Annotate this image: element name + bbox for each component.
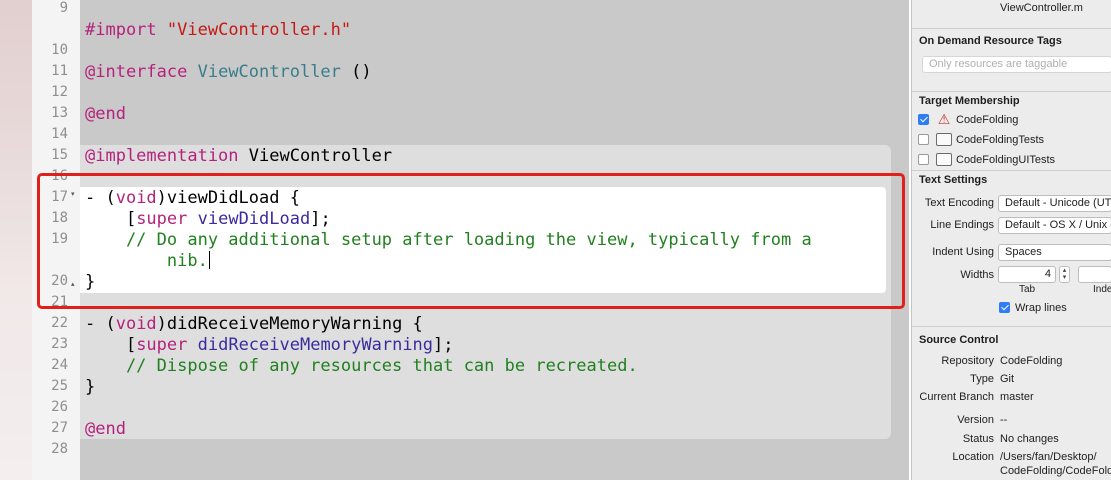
- line-number: 9: [59, 0, 68, 16]
- location-value-continued: CodeFolding/CodeFolding: [1000, 465, 1111, 477]
- token-keyword: @interface: [85, 62, 188, 82]
- version-value: --: [1000, 414, 1008, 426]
- line-number: 14: [51, 126, 68, 142]
- token-keyword: @end: [85, 104, 126, 124]
- desktop-edge: [0, 0, 32, 480]
- indent-using-select[interactable]: Spaces: [998, 244, 1111, 261]
- current-branch-label: Current Branch: [919, 391, 994, 403]
- xcode-window: 9 10 11 12 13 14 15 16 17 18 19 20 21 22…: [0, 0, 1111, 480]
- token-text: )didReceiveMemoryWarning {: [156, 314, 423, 334]
- widths-label: Widths: [960, 269, 994, 281]
- code-line: @interface ViewController (): [85, 62, 372, 82]
- location-label: Location: [952, 451, 994, 463]
- token-keyword: void: [115, 314, 157, 334]
- tab-width-input[interactable]: 4: [998, 266, 1056, 283]
- type-value: Git: [1000, 373, 1015, 385]
- tab-sublabel: Tab: [1019, 284, 1036, 295]
- code-line: - (void)didReceiveMemoryWarning {: [85, 314, 423, 334]
- token-text: [: [85, 335, 137, 355]
- token-message: didReceiveMemoryWarning: [197, 335, 434, 355]
- line-number: 27: [51, 420, 68, 436]
- indent-using-label: Indent Using: [932, 246, 994, 258]
- test-bundle-icon: [936, 133, 952, 146]
- code-line: [super didReceiveMemoryWarning];: [85, 335, 454, 355]
- line-number: 12: [51, 84, 68, 100]
- repository-label: Repository: [941, 355, 994, 367]
- token-text: ViewController: [238, 146, 393, 166]
- section-header-on-demand: On Demand Resource Tags: [919, 35, 1062, 47]
- token-text: - (: [85, 314, 116, 334]
- target-label: CodeFoldingTests: [956, 134, 1045, 146]
- target-checkbox-codefolding[interactable]: [918, 114, 929, 125]
- line-number: 26: [51, 399, 68, 415]
- current-branch-value: master: [1000, 391, 1034, 403]
- code-line: @end: [85, 419, 126, 439]
- line-number: 10: [51, 42, 68, 58]
- location-value: /Users/fan/Desktop/: [1000, 451, 1097, 463]
- file-inspector: ViewController.m On Demand Resource Tags…: [911, 0, 1111, 480]
- code-comment-line: // Dispose of any resources that can be …: [85, 356, 638, 376]
- target-checkbox-codefoldinguitests[interactable]: [918, 154, 929, 165]
- code-line: }: [85, 377, 96, 397]
- line-number: 11: [51, 63, 68, 79]
- text-encoding-select[interactable]: Default - Unicode (UTF-8): [998, 195, 1111, 212]
- section-header-source-control: Source Control: [919, 334, 999, 346]
- target-checkbox-codefoldingtests[interactable]: [918, 134, 929, 145]
- app-target-icon: ⚠: [937, 111, 951, 127]
- status-label: Status: [962, 433, 994, 445]
- line-endings-select[interactable]: Default - OS X / Unix (LF): [998, 217, 1111, 234]
- repository-value: CodeFolding: [1000, 355, 1063, 367]
- line-number: 23: [51, 336, 68, 352]
- token-text: (): [340, 62, 372, 82]
- divider: [912, 170, 1111, 171]
- highlight-annotation-box: [37, 173, 905, 309]
- target-label: CodeFoldingUITests: [956, 154, 1056, 166]
- file-name: ViewController.m: [1000, 2, 1083, 14]
- line-number: 24: [51, 357, 68, 373]
- section-header-target-membership: Target Membership: [919, 95, 1020, 107]
- version-label: Version: [957, 414, 994, 426]
- token-keyword: super: [136, 335, 188, 355]
- divider: [912, 326, 1111, 327]
- code-line: @end: [85, 104, 126, 124]
- divider: [912, 28, 1111, 29]
- token-string: "ViewController.h": [166, 20, 352, 40]
- test-bundle-icon: [936, 153, 952, 166]
- token-keyword: @implementation: [85, 146, 239, 166]
- line-endings-label: Line Endings: [930, 219, 994, 231]
- wrap-lines-checkbox[interactable]: [999, 302, 1010, 313]
- tab-width-stepper[interactable]: ▴ ▾: [1059, 266, 1070, 283]
- line-number: 25: [51, 378, 68, 394]
- status-value: No changes: [1000, 433, 1059, 445]
- type-label: Type: [970, 373, 994, 385]
- divider: [912, 91, 1111, 92]
- wrap-lines-label: Wrap lines: [1015, 302, 1067, 314]
- line-number: 28: [51, 441, 68, 457]
- code-line: #import "ViewController.h": [85, 20, 351, 40]
- text-encoding-label: Text Encoding: [924, 197, 994, 209]
- target-label: CodeFolding: [956, 114, 1019, 126]
- indent-sublabel: Indent: [1093, 284, 1111, 295]
- code-line: @implementation ViewController: [85, 146, 392, 166]
- section-header-text-settings: Text Settings: [919, 174, 988, 186]
- token-keyword: @end: [85, 419, 126, 439]
- token-class: ViewController: [197, 62, 341, 82]
- token-text: ];: [433, 335, 454, 355]
- token-keyword: #import: [85, 20, 157, 40]
- resource-tags-input[interactable]: Only resources are taggable: [922, 56, 1111, 73]
- indent-width-input[interactable]: [1078, 266, 1111, 283]
- line-number: 15: [51, 147, 68, 163]
- line-number: 13: [51, 105, 68, 121]
- line-number: 22: [51, 315, 68, 331]
